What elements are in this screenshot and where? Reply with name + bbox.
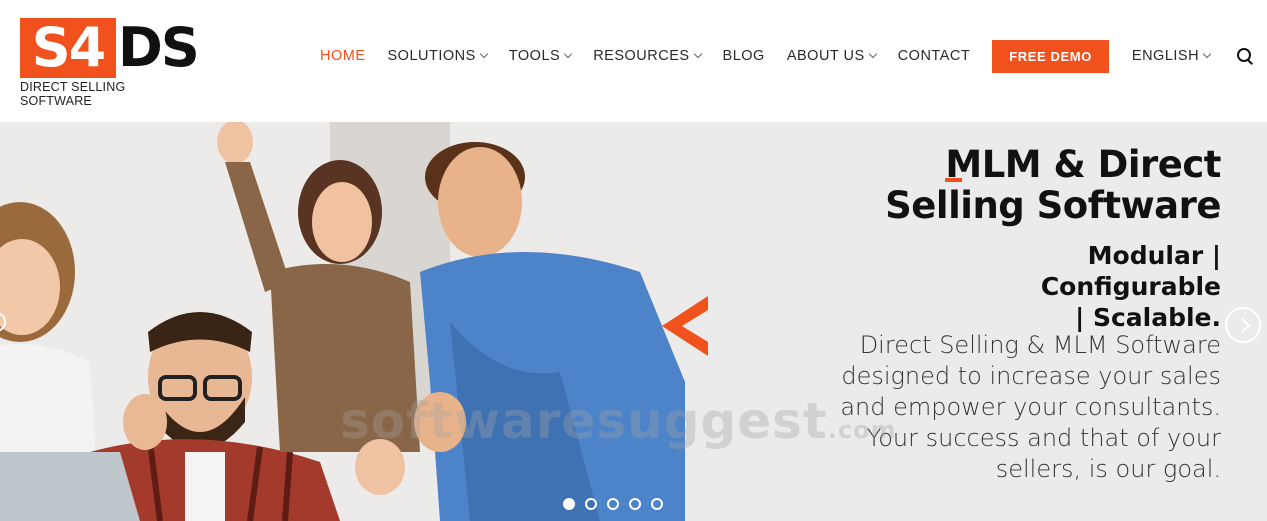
watermark-suffix: .com [827,416,897,444]
language-selector[interactable]: ENGLISH [1131,48,1212,64]
hero-slider: MLM & Direct Selling Software Modular | … [0,122,1267,521]
slider-dot-3[interactable] [607,498,619,510]
nav-item-solutions[interactable]: SOLUTIONS [387,48,489,64]
hero-subheading-line1: Modular | Configurable [1040,241,1221,301]
slider-dot-2[interactable] [585,498,597,510]
logo-mark: S4 DS [20,18,200,78]
people-celebrating-image [0,122,685,521]
slider-dot-5[interactable] [651,498,663,510]
hero-subheading-line2: | Scalable. [1075,303,1221,332]
slider-next-button[interactable] [1225,307,1261,343]
slider-dot-1[interactable] [563,498,575,510]
hero-subheading: Modular | Configurable | Scalable. [901,240,1221,333]
main-nav: HOME SOLUTIONS TOOLS RESOURCES BLOG ABOU… [320,39,1254,73]
language-label: ENGLISH [1131,48,1200,64]
free-demo-button[interactable]: FREE DEMO [992,39,1109,73]
slider-prev-arrow-icon[interactable] [662,296,708,356]
nav-item-home[interactable]: HOME [320,48,366,64]
nav-item-label: HOME [320,48,366,64]
nav-item-resources[interactable]: RESOURCES [593,48,702,64]
logo-mark-right: DS [118,16,200,79]
hero-heading: MLM & Direct Selling Software [885,144,1221,226]
logo-tagline: DIRECT SELLING SOFTWARE [20,80,126,108]
watermark: softwaresuggest.com [340,392,897,450]
hero-text-panel: MLM & Direct Selling Software Modular | … [685,122,1267,521]
nav-item-tools[interactable]: TOOLS [508,48,573,64]
chevron-down-icon [693,49,702,59]
s4ds-logo[interactable]: S4 DS DIRECT SELLING SOFTWARE [20,18,200,108]
hero-heading-line2: Selling Software [885,184,1221,227]
hero-description-line: designed to increase your sales [841,362,1221,390]
nav-item-label: SOLUTIONS [387,48,476,64]
site-header: S4 DS DIRECT SELLING SOFTWARE HOME SOLUT… [0,0,1267,122]
chevron-down-icon [479,49,489,59]
slider-pagination [563,498,673,510]
chevron-down-icon [868,49,877,59]
nav-item-contact[interactable]: CONTACT [898,48,971,64]
logo-mark-left: S4 [20,18,116,78]
hero-description-line: sellers, is our goal. [995,455,1221,483]
chevron-down-icon [563,49,573,59]
nav-item-label: BLOG [722,48,765,64]
slider-dot-4[interactable] [629,498,641,510]
hero-heading-line1: MLM & Direct [945,143,1221,186]
hero-photo [0,122,685,521]
nav-item-label: ABOUT US [786,48,865,64]
nav-item-blog[interactable]: BLOG [723,48,765,64]
nav-item-label: CONTACT [897,48,971,64]
hero-description-line: Direct Selling & MLM Software [859,331,1221,359]
search-icon[interactable] [1236,47,1254,65]
chevron-down-icon [1202,49,1212,59]
watermark-text: softwaresuggest [340,392,828,450]
nav-item-label: TOOLS [508,48,561,64]
nav-item-about-us[interactable]: ABOUT US [786,48,877,64]
nav-item-label: RESOURCES [593,48,690,64]
